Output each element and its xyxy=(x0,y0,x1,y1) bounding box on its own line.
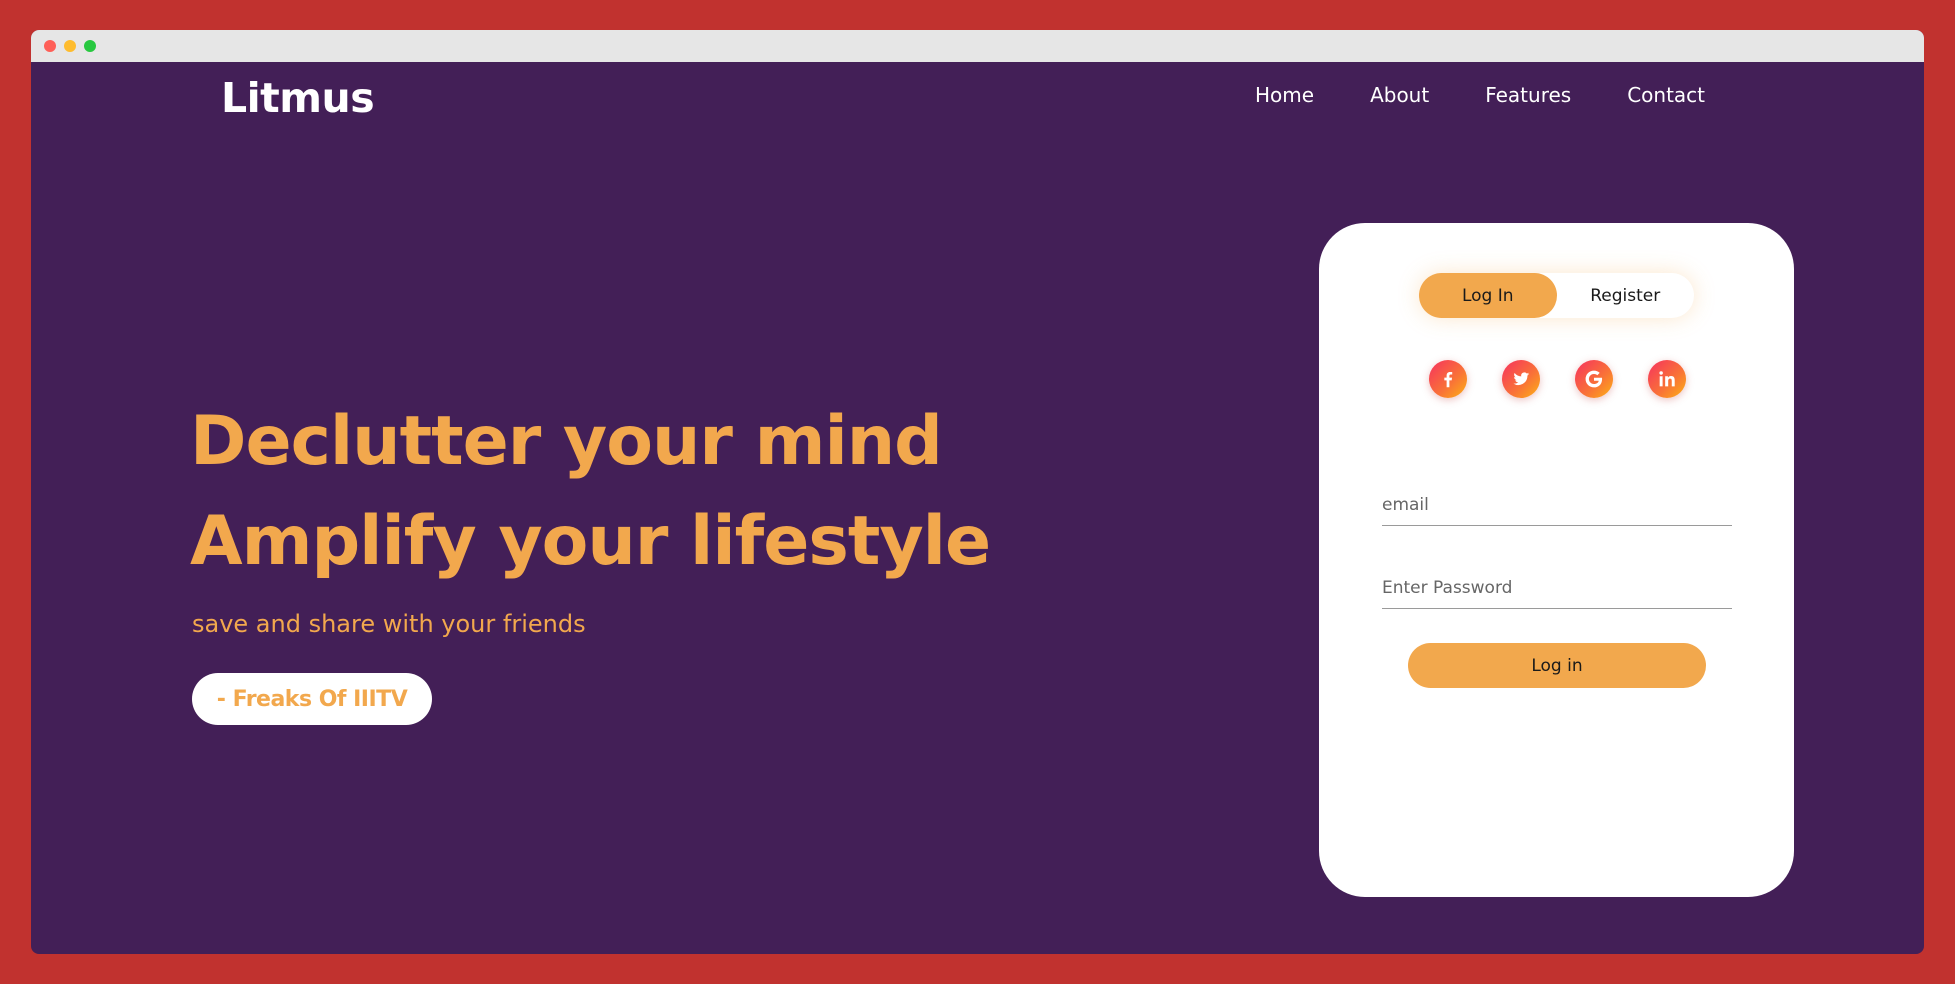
nav-link-features[interactable]: Features xyxy=(1485,83,1571,107)
site-logo[interactable]: Litmus xyxy=(221,74,375,122)
google-icon[interactable] xyxy=(1575,360,1613,398)
login-submit-button[interactable]: Log in xyxy=(1408,643,1706,688)
window-titlebar xyxy=(31,30,1924,62)
browser-window: Litmus Home About Features Contact Declu… xyxy=(31,30,1924,954)
nav-link-home[interactable]: Home xyxy=(1255,83,1314,107)
nav-link-about[interactable]: About xyxy=(1370,83,1429,107)
linkedin-icon[interactable] xyxy=(1648,360,1686,398)
hero-subtitle: save and share with your friends xyxy=(192,610,586,638)
hero-headline-line-2: Amplify your lifestyle xyxy=(190,502,991,581)
main-nav: Home About Features Contact xyxy=(1255,83,1705,107)
hero-headline-line-1: Declutter your mind xyxy=(190,402,943,481)
close-window-button[interactable] xyxy=(44,40,56,52)
auth-mode-toggle: Log In Register xyxy=(1419,273,1694,318)
email-field[interactable] xyxy=(1382,489,1732,526)
nav-link-contact[interactable]: Contact xyxy=(1627,83,1705,107)
twitter-icon[interactable] xyxy=(1502,360,1540,398)
password-field[interactable] xyxy=(1382,572,1732,609)
minimize-window-button[interactable] xyxy=(64,40,76,52)
freaks-of-iiitv-button[interactable]: - Freaks Of IIITV xyxy=(192,673,432,725)
facebook-icon[interactable] xyxy=(1429,360,1467,398)
tab-log-in[interactable]: Log In xyxy=(1419,273,1557,318)
tab-register[interactable]: Register xyxy=(1557,273,1695,318)
social-login-group xyxy=(1429,360,1686,398)
maximize-window-button[interactable] xyxy=(84,40,96,52)
auth-card: Log In Register Log in xyxy=(1319,223,1794,897)
